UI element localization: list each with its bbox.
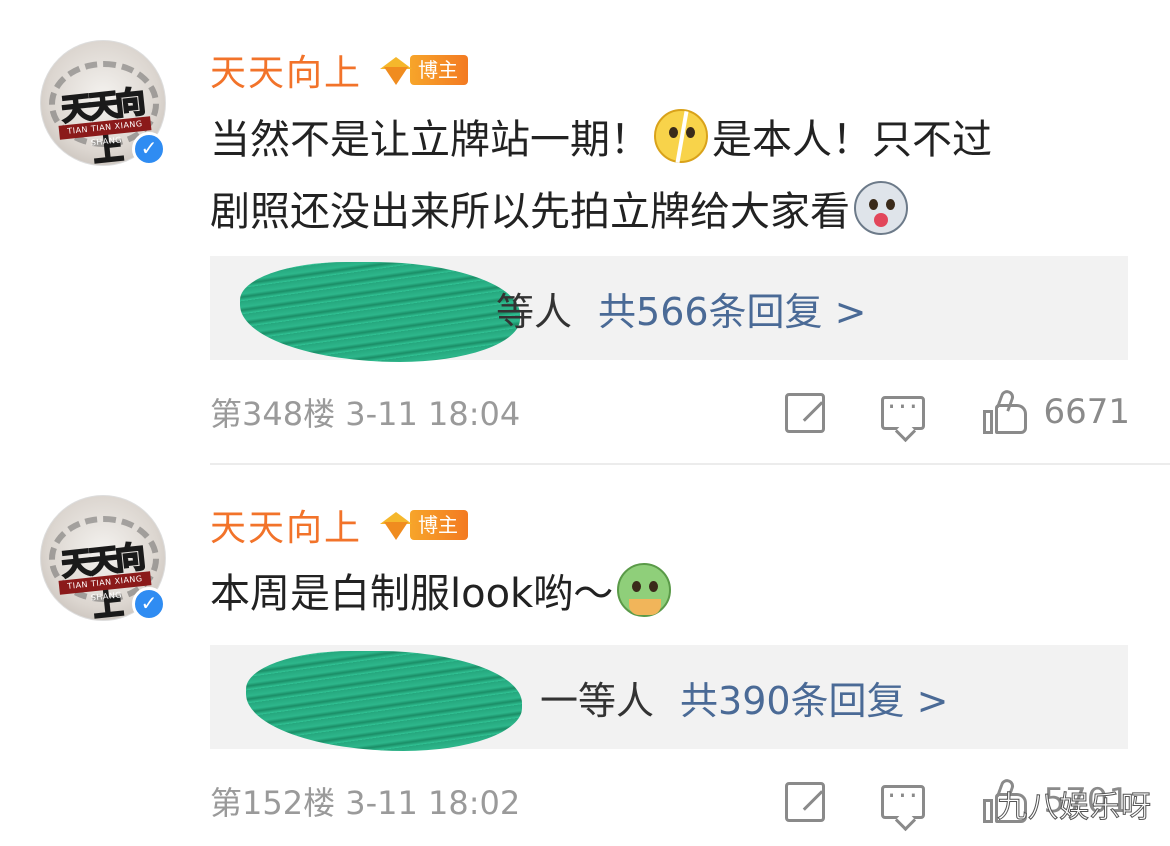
share-icon[interactable] (785, 393, 826, 433)
comment-meta: 第152楼 3-11 18:02 5701 (210, 775, 1130, 827)
reply-users: 等人 (496, 289, 573, 334)
avatar[interactable]: 天天向上 TIAN TIAN XIANG SHANG ✓ (40, 40, 166, 166)
husky-emoji-icon (854, 181, 908, 235)
cactus-emoji-icon (617, 563, 672, 617)
crack-face-emoji-icon (654, 109, 708, 163)
author-name[interactable]: 天天向上 (210, 499, 362, 551)
reply-summary[interactable]: 等人 共566条回复 > (210, 256, 1128, 362)
crown-icon (378, 53, 414, 87)
badge-label: 博主 (410, 510, 469, 540)
comment-text: 当然不是让立牌站一期！ 是本人！只不过 剧照还没出来所以先拍立牌给大家看 (210, 104, 992, 248)
author-row: 天天向上 博主 (210, 499, 469, 551)
like-count: 6671 (1043, 392, 1130, 432)
avatar[interactable]: 天天向上 TIAN TIAN XIANG SHANG ✓ (40, 495, 166, 621)
blogger-badge: 博主 (378, 508, 469, 542)
comment-meta: 第348楼 3-11 18:04 6671 (210, 386, 1130, 438)
floor-time: 第348楼 3-11 18:04 (210, 395, 521, 433)
badge-label: 博主 (410, 55, 469, 85)
comment-icon[interactable] (881, 779, 926, 819)
blogger-badge: 博主 (378, 53, 469, 87)
watermark: 九八娱乐呀 (997, 790, 1152, 826)
reply-users: 一等人 (540, 678, 655, 723)
share-icon[interactable] (785, 782, 826, 822)
reply-count-link[interactable]: 共566条回复 > (598, 281, 866, 336)
crown-icon (378, 508, 414, 542)
verified-icon: ✓ (132, 587, 166, 621)
verified-icon: ✓ (132, 132, 166, 166)
comment-item: 天天向上 TIAN TIAN XIANG SHANG ✓ 天天向上 博主 当然不… (0, 0, 1170, 464)
comment-text-part: 本周是白制服look哟～ (210, 571, 614, 617)
reply-summary[interactable]: 一等人 共390条回复 > (210, 645, 1128, 751)
comment-text-part: 是本人！只不过 (712, 117, 992, 163)
author-row: 天天向上 博主 (210, 44, 469, 96)
action-bar: 6671 (729, 388, 1130, 434)
reply-count-link[interactable]: 共390条回复 > (680, 670, 948, 725)
reply-line: 一等人 共390条回复 > (210, 645, 948, 749)
comment-icon[interactable] (881, 390, 926, 430)
author-name[interactable]: 天天向上 (210, 44, 362, 96)
floor-time: 第152楼 3-11 18:02 (210, 784, 521, 822)
like-icon[interactable] (981, 388, 1029, 434)
comment-text-part: 剧照还没出来所以先拍立牌给大家看 (210, 189, 850, 235)
comment-text-part: 当然不是让立牌站一期！ (210, 117, 650, 163)
reply-line: 等人 共566条回复 > (210, 256, 866, 360)
comment-item: 天天向上 TIAN TIAN XIANG SHANG ✓ 天天向上 博主 本周是… (0, 465, 1170, 846)
comment-text: 本周是白制服look哟～ (210, 558, 675, 630)
